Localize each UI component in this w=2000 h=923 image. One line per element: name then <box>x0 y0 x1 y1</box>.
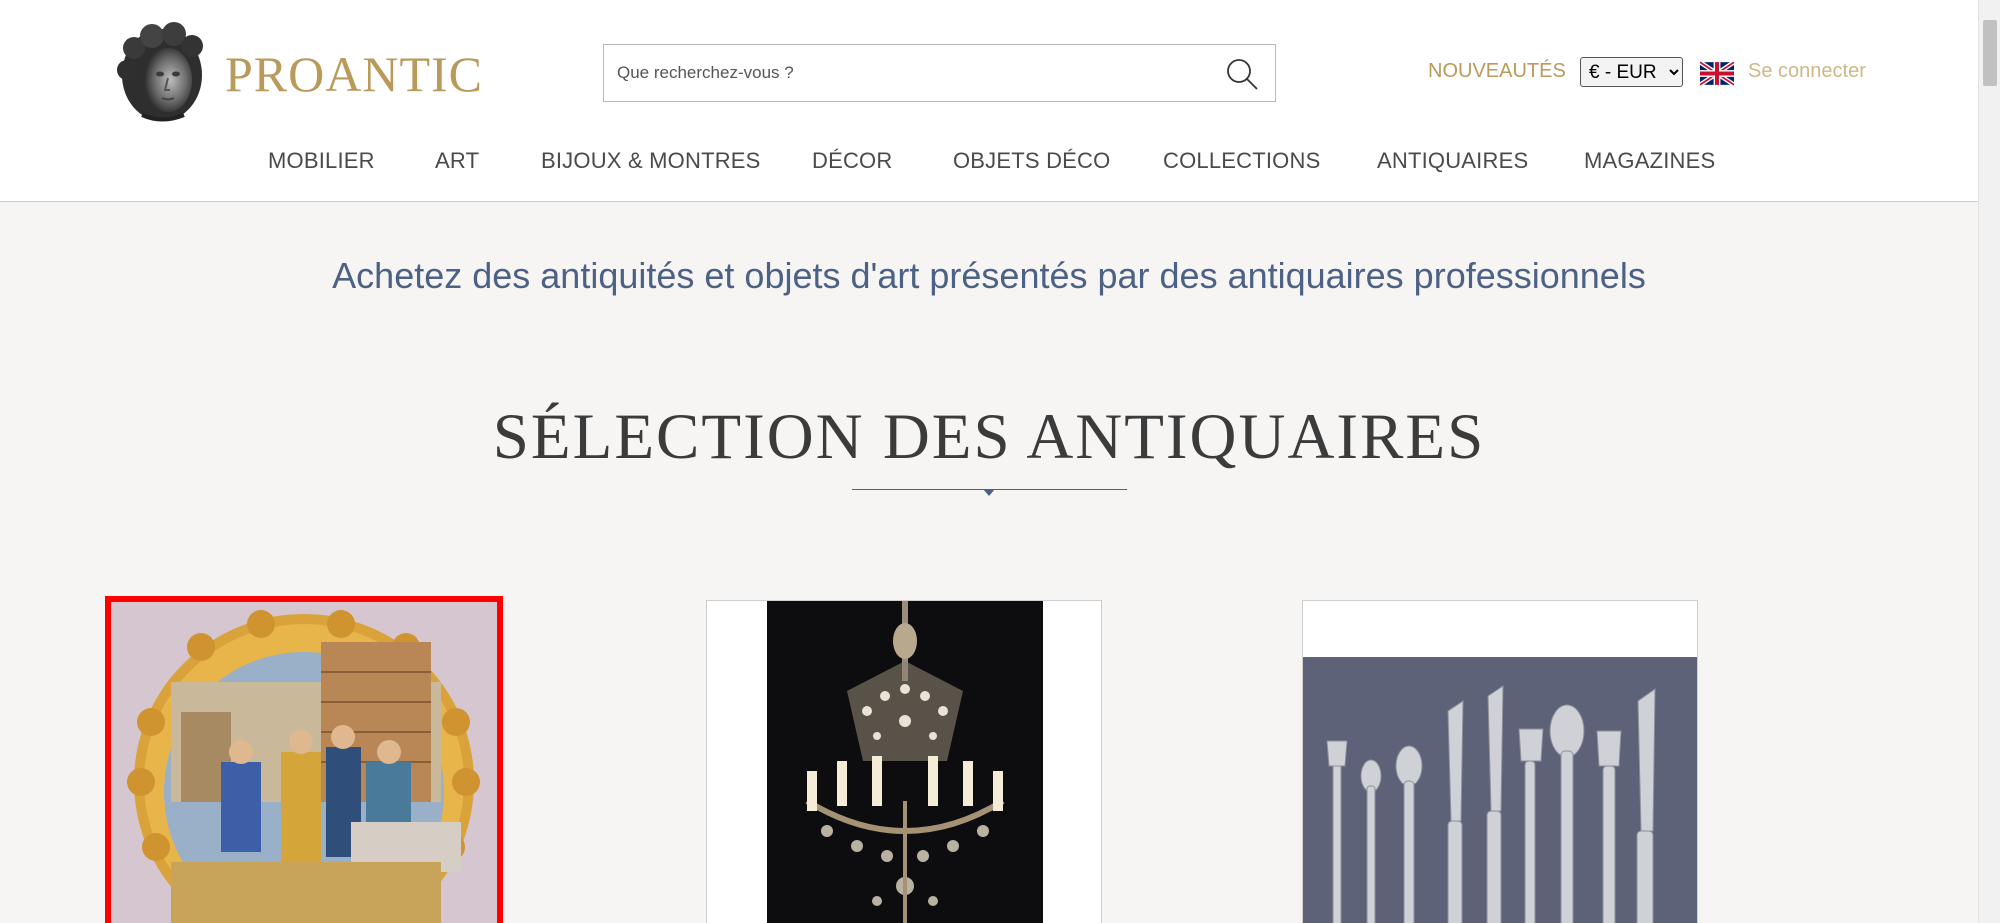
product-card[interactable] <box>105 596 503 923</box>
product-card[interactable] <box>706 600 1102 923</box>
nav-item-objets-deco[interactable]: OBJETS DÉCO <box>953 148 1110 174</box>
brand-name[interactable]: PROANTIC <box>225 45 483 103</box>
nav-item-bijoux-montres[interactable]: BIJOUX & MONTRES <box>541 148 761 174</box>
logo-head-icon[interactable] <box>112 20 212 125</box>
nav-item-art[interactable]: ART <box>435 148 479 174</box>
new-items-link[interactable]: NOUVEAUTÉS <box>1428 60 1566 83</box>
search-icon <box>1227 59 1258 90</box>
nav-item-decor[interactable]: DÉCOR <box>812 148 892 174</box>
main-nav: MOBILIER ART BIJOUX & MONTRES DÉCOR OBJE… <box>0 148 1978 178</box>
uk-flag-icon[interactable] <box>1698 60 1736 87</box>
scrollbar-thumb[interactable] <box>1983 20 1997 86</box>
page-scrollbar[interactable] <box>1978 0 2000 923</box>
majolica-plate-image <box>111 602 497 923</box>
login-link[interactable]: Se connecter <box>1748 60 1866 83</box>
silver-cutlery-image <box>1303 601 1697 923</box>
product-card[interactable] <box>1302 600 1698 923</box>
site-header: PROANTIC NOUVEAUTÉS € - EUR Se connecter… <box>0 0 1978 202</box>
divider-arrow-icon <box>983 489 995 496</box>
nav-item-antiquaires[interactable]: ANTIQUAIRES <box>1377 148 1528 174</box>
section-title: SÉLECTION DES ANTIQUAIRES <box>492 401 1486 473</box>
nav-item-mobilier[interactable]: MOBILIER <box>268 148 375 174</box>
search-input[interactable] <box>604 45 1204 101</box>
currency-select[interactable]: € - EUR <box>1580 57 1683 87</box>
search-button[interactable] <box>1225 57 1259 91</box>
nav-item-magazines[interactable]: MAGAZINES <box>1584 148 1715 174</box>
nav-item-collections[interactable]: COLLECTIONS <box>1163 148 1320 174</box>
search-box <box>603 44 1276 102</box>
crystal-chandelier-image <box>707 601 1101 923</box>
page-tagline: Achetez des antiquités et objets d'art p… <box>332 255 1646 296</box>
